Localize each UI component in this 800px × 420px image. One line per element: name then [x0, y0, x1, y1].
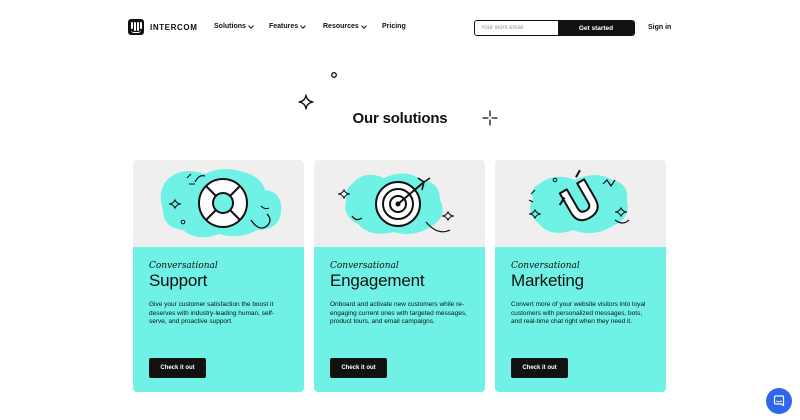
solution-card-support: Conversational Support Give your custome… [133, 160, 304, 392]
card-title: Marketing [511, 271, 584, 290]
chat-bubble-icon [773, 395, 785, 407]
card-body: Conversational Engagement Onboard and ac… [314, 247, 485, 392]
card-title: Engagement [330, 271, 425, 290]
sparkle-decoration-icon [298, 94, 314, 110]
nav-label: Pricing [382, 23, 406, 30]
card-body: Conversational Support Give your custome… [133, 247, 304, 392]
magnet-icon [528, 169, 630, 234]
check-it-out-button[interactable]: Check it out [149, 358, 206, 378]
chevron-down-icon [300, 22, 307, 29]
card-title: Support [149, 271, 208, 290]
nav-solutions[interactable]: Solutions [214, 22, 254, 30]
card-eyebrow: Conversational [511, 261, 580, 271]
solution-card-marketing: Conversational Marketing Convert more of… [495, 160, 666, 392]
card-description: Give your customer satisfaction the boos… [149, 301, 275, 326]
card-illustration [314, 160, 485, 247]
signup-form: Get started [474, 20, 635, 36]
nav-label: Solutions [214, 23, 246, 30]
target-icon [337, 173, 455, 234]
nav-pricing[interactable]: Pricing [382, 23, 406, 30]
intercom-logo[interactable]: INTERCOM [128, 19, 197, 35]
work-email-input[interactable] [475, 21, 558, 35]
check-it-out-button[interactable]: Check it out [511, 358, 568, 378]
nav-resources[interactable]: Resources [323, 22, 367, 30]
logo-text: INTERCOM [150, 22, 198, 32]
site-header: INTERCOM Solutions Features Resources Pr… [0, 0, 800, 56]
chat-launcher-button[interactable] [766, 388, 792, 414]
card-description: Convert more of your website visitors in… [511, 301, 646, 326]
chevron-down-icon [248, 22, 254, 29]
small-circle-decoration-icon [331, 72, 337, 78]
chevron-down-icon [360, 22, 367, 29]
card-eyebrow: Conversational [149, 261, 218, 271]
nav-features[interactable]: Features [269, 22, 307, 30]
lifebuoy-icon [160, 168, 282, 238]
card-description: Onboard and activate new customers while… [330, 301, 467, 326]
check-it-out-button[interactable]: Check it out [330, 358, 387, 378]
sign-in-link[interactable]: Sign in [648, 24, 671, 31]
solution-card-engagement: Conversational Engagement Onboard and ac… [314, 160, 485, 392]
card-illustration [133, 160, 304, 247]
card-body: Conversational Marketing Convert more of… [495, 247, 666, 392]
nav-label: Features [269, 23, 299, 30]
section-title: Our solutions [352, 110, 448, 127]
intercom-logo-icon [128, 19, 144, 35]
card-eyebrow: Conversational [330, 261, 399, 271]
get-started-button[interactable]: Get started [558, 21, 634, 35]
nav-label: Resources [323, 23, 359, 30]
card-illustration [495, 160, 666, 247]
